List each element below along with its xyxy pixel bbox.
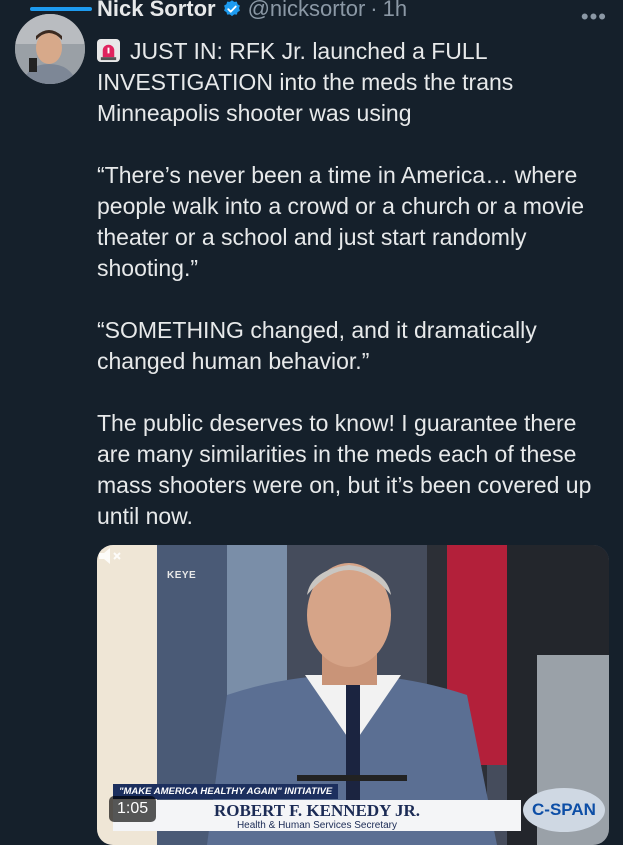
- tweet-headline: JUST IN: RFK Jr. launched a FULL INVESTI…: [97, 38, 514, 126]
- avatar[interactable]: [15, 14, 85, 84]
- video-player[interactable]: KEYE "MAKE AMERICA HEALTHY AGAIN" INITIA…: [97, 545, 609, 845]
- mute-icon[interactable]: [97, 545, 123, 567]
- timeline-accent-bar: [30, 7, 92, 11]
- tweet-paragraph-3: “SOMETHING changed, and it dramatically …: [97, 317, 537, 374]
- chyron-name: ROBERT F. KENNEDY JR.: [213, 801, 421, 820]
- verified-badge-icon: [223, 0, 240, 17]
- station-bug: KEYE: [167, 570, 197, 581]
- siren-icon: [97, 39, 120, 62]
- tweet-timestamp[interactable]: 1h: [383, 0, 407, 22]
- tweet-paragraph-4: The public deserves to know! I guarantee…: [97, 410, 592, 529]
- tweet-paragraph-2: “There’s never been a time in America… w…: [97, 162, 585, 281]
- author-name[interactable]: Nick Sortor: [97, 0, 216, 22]
- tweet-body: JUST IN: RFK Jr. launched a FULL INVESTI…: [97, 36, 609, 532]
- network-logo: C-SPAN: [523, 788, 605, 832]
- separator-dot: ·: [370, 0, 378, 21]
- tweet-paragraph-1: JUST IN: RFK Jr. launched a FULL INVESTI…: [97, 36, 609, 129]
- video-duration: 1:05: [109, 796, 157, 822]
- tweet-header: Nick Sortor @nicksortor · 1h: [97, 0, 407, 26]
- more-icon[interactable]: •••: [581, 4, 607, 30]
- avatar-image: [15, 14, 85, 84]
- chyron-title: Health & Human Services Secretary: [236, 820, 398, 831]
- chyron-lower-third: ROBERT F. KENNEDY JR. Health & Human Ser…: [113, 800, 521, 831]
- author-handle[interactable]: @nicksortor: [248, 0, 366, 22]
